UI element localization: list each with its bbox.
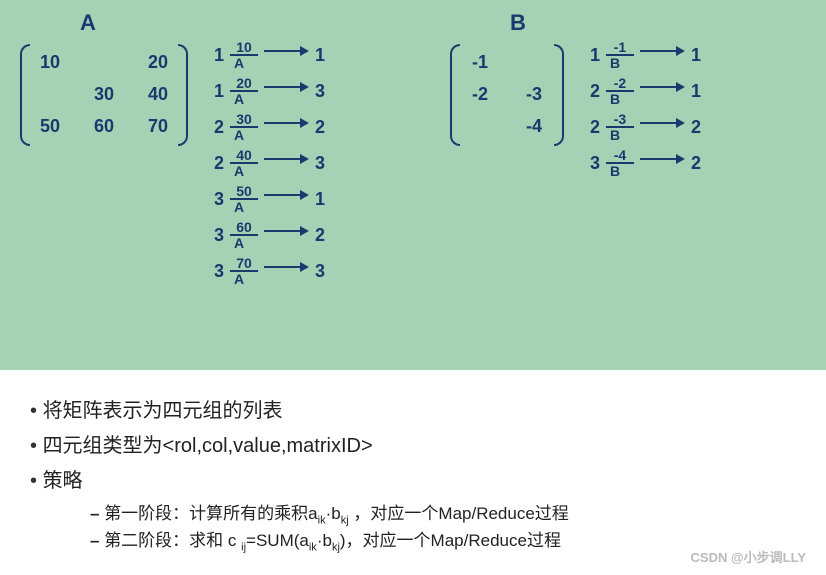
arrow-icon: -3B	[606, 112, 634, 142]
cell	[516, 52, 552, 74]
src: 2	[584, 117, 600, 138]
watermark: CSDN @小步调LLY	[691, 547, 806, 566]
transition-row: 2 30A 2	[208, 112, 331, 142]
arrow-head-icon	[640, 154, 685, 164]
transition-row: 3 70A 3	[208, 256, 331, 286]
transition-row: 1 20A 3	[208, 76, 331, 106]
cell	[32, 84, 68, 106]
cell: 30	[86, 84, 122, 106]
arrow-head-icon	[264, 118, 309, 128]
cell: 70	[140, 116, 176, 138]
sub-1: 第一阶段：计算所有的乘积aik·bkj ，对应一个Map/Reduce过程	[90, 499, 796, 526]
transition-row: 3 -4B 2	[584, 148, 707, 178]
cell: 40	[140, 84, 176, 106]
bullet-3: 策略	[30, 464, 796, 493]
arrow-head-icon	[264, 154, 309, 164]
src: 1	[208, 45, 224, 66]
src: 1	[584, 45, 600, 66]
transition-row: 2 -3B 2	[584, 112, 707, 142]
src: 2	[208, 117, 224, 138]
transitions-b: 1 -1B 1 2 -2B 1 2 -3B 2 3 -4B 2	[584, 40, 707, 178]
cell: 10	[32, 52, 68, 74]
cell: -2	[462, 84, 498, 106]
src: 3	[584, 153, 600, 174]
section-a-title: A	[80, 10, 420, 36]
src: 3	[208, 261, 224, 282]
cell: -1	[462, 52, 498, 74]
arrow-head-icon	[264, 190, 309, 200]
dst: 3	[315, 81, 331, 102]
arrow-icon: -2B	[606, 76, 634, 106]
diagram-panel: A 10 20 30 40 50 60 70 110A1120A3230A224…	[0, 0, 826, 370]
dst: 1	[691, 81, 707, 102]
arrow-icon: 60A	[230, 220, 258, 250]
arrow-icon: 70A	[230, 256, 258, 286]
section-b: B -1 -2 -3 -4 1 -1B 1 2 -2B 1 2 -3B 2 3 -4B 2	[450, 10, 820, 178]
cell: 50	[32, 116, 68, 138]
arrow-icon: 10A	[230, 40, 258, 70]
src: 1	[208, 81, 224, 102]
arrow-icon: 20A	[230, 76, 258, 106]
dst: 3	[315, 153, 331, 174]
arrow-head-icon	[264, 262, 309, 272]
src: 2	[584, 81, 600, 102]
dst: 2	[691, 153, 707, 174]
cell: 60	[86, 116, 122, 138]
transition-row: 2 40A 3	[208, 148, 331, 178]
src: 2	[208, 153, 224, 174]
arrow-icon: 40A	[230, 148, 258, 178]
bullet-2: 四元组类型为<rol,col,value,matrixID>	[30, 429, 796, 458]
dst: 2	[315, 225, 331, 246]
dst: 2	[315, 117, 331, 138]
bullet-1: 将矩阵表示为四元组的列表	[30, 394, 796, 423]
dst: 3	[315, 261, 331, 282]
section-a: A 10 20 30 40 50 60 70 110A1120A3230A224…	[20, 10, 420, 286]
arrow-icon: 50A	[230, 184, 258, 214]
cell: -4	[516, 116, 552, 138]
cell	[462, 116, 498, 138]
cell: -3	[516, 84, 552, 106]
transitions-a: 1 10A 1 1 20A 3 2 30A 2 2 40A 3 3 50A 1 3 60A 2 3 70A 3	[208, 40, 331, 286]
transition-row: 2 -2B 1	[584, 76, 707, 106]
arrow-head-icon	[264, 226, 309, 236]
transition-row: 1 10A 1	[208, 40, 331, 70]
src: 3	[208, 225, 224, 246]
matrix-b: -1 -2 -3 -4	[450, 44, 564, 146]
cell: 20	[140, 52, 176, 74]
transition-row: 1 -1B 1	[584, 40, 707, 70]
cell	[86, 52, 122, 74]
arrow-head-icon	[640, 46, 685, 56]
src: 3	[208, 189, 224, 210]
section-b-title: B	[510, 10, 820, 36]
dst: 1	[691, 45, 707, 66]
arrow-icon: -1B	[606, 40, 634, 70]
dst: 1	[315, 189, 331, 210]
arrow-head-icon	[640, 118, 685, 128]
arrow-head-icon	[264, 46, 309, 56]
notes-area: 将矩阵表示为四元组的列表 四元组类型为<rol,col,value,matrix…	[0, 370, 826, 572]
arrow-icon: 30A	[230, 112, 258, 142]
arrow-head-icon	[264, 82, 309, 92]
transition-row: 3 50A 1	[208, 184, 331, 214]
dst: 2	[691, 117, 707, 138]
matrix-a: 10 20 30 40 50 60 70	[20, 44, 188, 146]
transition-row: 3 60A 2	[208, 220, 331, 250]
arrow-head-icon	[640, 82, 685, 92]
dst: 1	[315, 45, 331, 66]
arrow-icon: -4B	[606, 148, 634, 178]
